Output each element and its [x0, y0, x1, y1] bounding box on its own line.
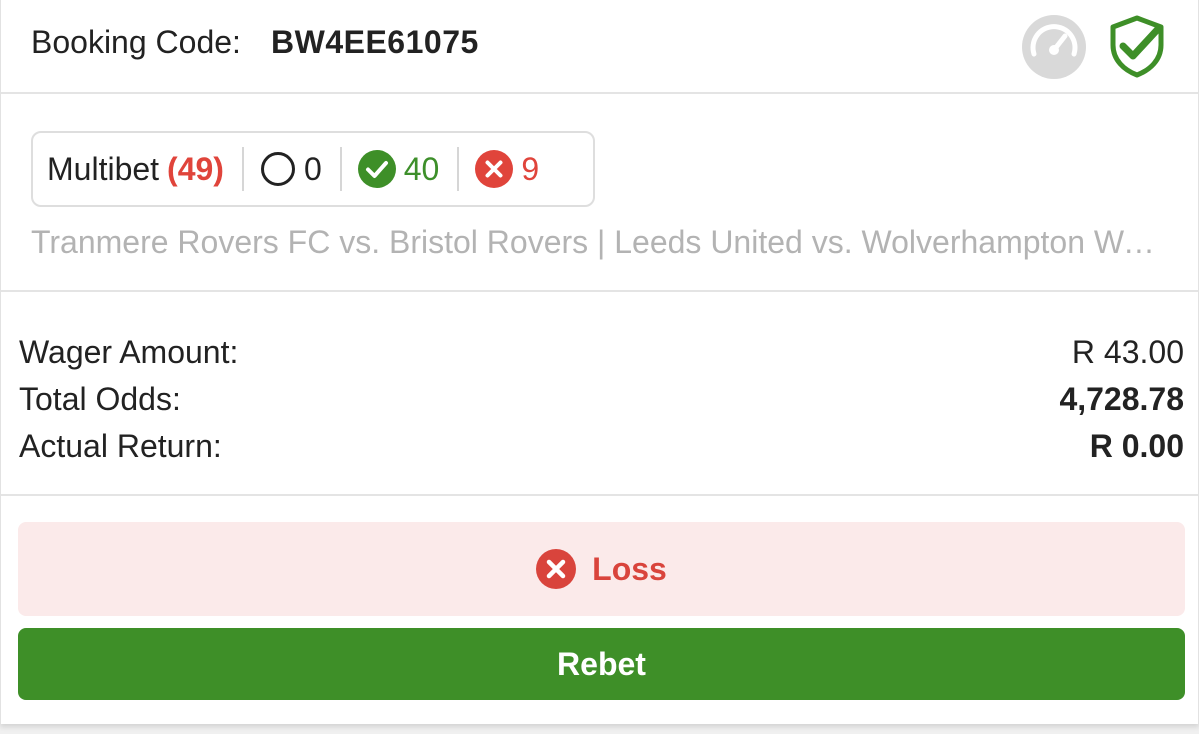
loss-label: Loss — [592, 550, 667, 587]
wager-value: R 43.00 — [1071, 334, 1184, 370]
won-count: 40 — [403, 150, 440, 187]
matches-preview[interactable]: Tranmere Rovers FC vs. Bristol Rovers | … — [31, 224, 1166, 261]
return-label: Actual Return: — [19, 428, 222, 464]
open-selections: 0 — [260, 133, 322, 205]
open-circle-icon — [260, 152, 295, 186]
odds-row: Total Odds: 4,728.78 — [19, 381, 1184, 427]
booking-code-value: BW4EE61075 — [271, 24, 479, 60]
check-circle-icon — [357, 150, 396, 188]
bet-header: Booking Code: BW4EE61075 — [1, 0, 1198, 94]
loss-status-banner: Loss — [18, 522, 1185, 616]
speedometer-icon[interactable] — [1021, 14, 1087, 80]
wager-row: Wager Amount: R 43.00 — [19, 334, 1184, 380]
x-circle-icon — [475, 150, 514, 188]
rebet-button[interactable]: Rebet — [18, 628, 1185, 700]
lost-selections: 9 — [475, 133, 539, 205]
divider — [241, 147, 244, 191]
shield-check-icon[interactable] — [1105, 14, 1169, 78]
return-value: R 0.00 — [1089, 428, 1184, 464]
multibet-total: Multibet (49) — [47, 133, 224, 205]
multibet-label: Multibet — [47, 150, 160, 187]
open-count: 0 — [303, 150, 322, 187]
odds-value: 4,728.78 — [1059, 381, 1184, 417]
booking-code-label: Booking Code: — [31, 24, 241, 60]
won-selections: 40 — [357, 133, 440, 205]
wager-label: Wager Amount: — [19, 334, 239, 370]
multibet-count: (49) — [167, 150, 224, 187]
divider — [457, 147, 460, 191]
lost-count: 9 — [521, 150, 540, 187]
return-row: Actual Return: R 0.00 — [19, 428, 1184, 474]
bet-summary-section: Multibet (49) 0 40 9 Tranmere Rovers FC … — [1, 94, 1198, 292]
rebet-label: Rebet — [557, 645, 646, 682]
amounts-section: Wager Amount: R 43.00 Total Odds: 4,728.… — [1, 292, 1198, 496]
multibet-summary-pill[interactable]: Multibet (49) 0 40 9 — [31, 131, 595, 207]
divider — [339, 147, 342, 191]
odds-label: Total Odds: — [19, 381, 181, 417]
x-circle-icon — [536, 549, 577, 589]
bet-card: Booking Code: BW4EE61075 Multibet (49) 0… — [0, 0, 1199, 724]
